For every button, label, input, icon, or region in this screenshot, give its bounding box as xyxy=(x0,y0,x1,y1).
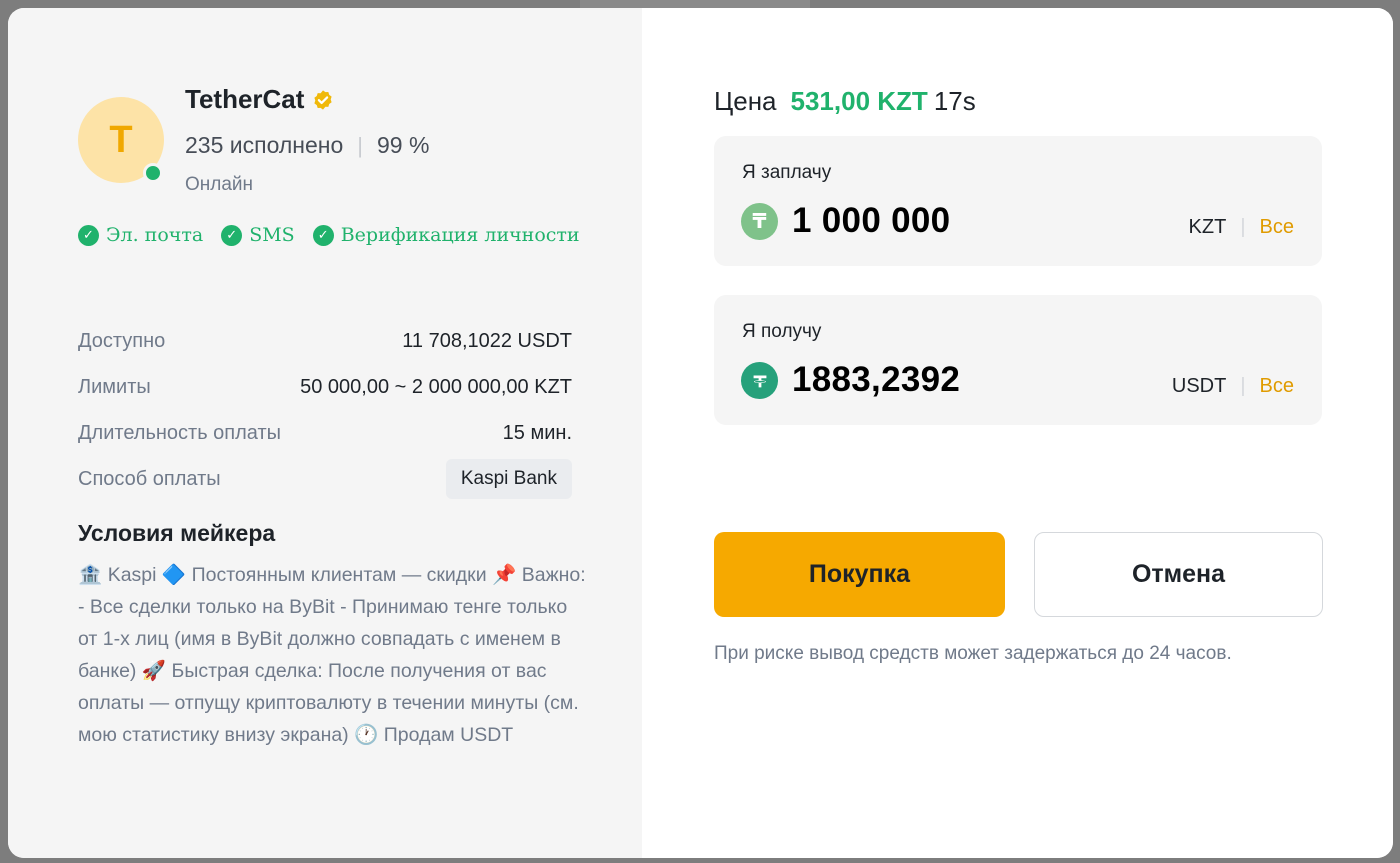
receive-all-button[interactable]: Все xyxy=(1260,375,1294,398)
price-value: 531,00 KZT xyxy=(790,86,928,116)
ad-info-table: Доступно 11 708,1022 USDT Лимиты 50 000,… xyxy=(78,318,572,502)
currency-divider: | xyxy=(1240,216,1246,238)
pay-all-button[interactable]: Все xyxy=(1260,216,1294,239)
seller-name[interactable]: TetherCat xyxy=(185,84,304,115)
receive-currency: USDT xyxy=(1171,375,1227,397)
tether-icon xyxy=(741,362,778,399)
available-label: Доступно xyxy=(78,329,166,352)
verification-email: ✓ Эл. почта xyxy=(78,224,203,246)
currency-divider: | xyxy=(1240,375,1246,397)
completed-orders: 235 исполнено xyxy=(185,132,344,158)
info-row-duration: Длительность оплаты 15 мин. xyxy=(78,410,572,456)
price-label: Цена xyxy=(714,86,777,116)
verification-sms: ✓ SMS xyxy=(221,224,295,246)
payment-method-badge: Kaspi Bank xyxy=(445,459,572,499)
pay-amount-input[interactable]: 1 000 000 xyxy=(792,201,950,241)
verification-label: Верификация личности xyxy=(340,224,580,246)
verification-label: Эл. почта xyxy=(106,224,204,246)
pay-amount-box[interactable]: Я заплачу ₸ 1 000 000 KZT | Все xyxy=(714,136,1322,266)
check-circle-icon: ✓ xyxy=(221,224,243,246)
available-value: 11 708,1022 USDT xyxy=(402,329,572,352)
tenge-icon: ₸ xyxy=(741,203,778,240)
limits-value: 50 000,00 ~ 2 000 000,00 KZT xyxy=(300,375,572,398)
maker-terms-text: 🏦 Kaspi 🔷 Постоянным клиентам — скидки 📌… xyxy=(78,564,586,746)
completion-rate: 99 % xyxy=(376,132,430,158)
seller-name-row: TetherCat xyxy=(185,84,334,115)
receive-amount-input[interactable]: 1883,2392 xyxy=(792,360,960,400)
buy-modal: T TetherCat 235 исполнено | 99 % Онлайн … xyxy=(8,8,1393,858)
pay-label: Я заплачу xyxy=(742,162,832,183)
receive-amount-box[interactable]: Я получу 1883,2392 USDT | Все xyxy=(714,295,1322,425)
seller-stats: 235 исполнено | 99 % xyxy=(185,132,429,159)
info-row-payment: Способ оплаты Kaspi Bank xyxy=(78,456,572,502)
verification-identity: ✓ Верификация личности xyxy=(312,224,580,246)
maker-terms-title: Условия мейкера xyxy=(78,520,276,546)
info-row-available: Доступно 11 708,1022 USDT xyxy=(78,318,572,364)
info-row-limits: Лимиты 50 000,00 ~ 2 000 000,00 KZT xyxy=(78,364,572,410)
risk-note: При риске вывод средств может задержатьс… xyxy=(714,643,1232,664)
avatar: T xyxy=(78,97,164,183)
online-indicator xyxy=(143,163,163,183)
payment-method-label: Способ оплаты xyxy=(78,467,221,490)
duration-label: Длительность оплаты xyxy=(78,421,282,444)
receive-currency-group: USDT | Все xyxy=(1172,375,1294,398)
seller-panel: T TetherCat 235 исполнено | 99 % Онлайн … xyxy=(8,8,642,858)
check-circle-icon: ✓ xyxy=(78,224,99,246)
buy-button[interactable]: Покупка xyxy=(714,532,1005,617)
online-status: Онлайн xyxy=(185,174,254,195)
pay-currency-group: KZT | Все xyxy=(1189,216,1294,239)
duration-value: 15 мин. xyxy=(502,421,572,444)
verified-badge-icon xyxy=(314,89,333,110)
verification-label: SMS xyxy=(249,224,295,246)
pay-currency: KZT xyxy=(1188,216,1227,238)
avatar-letter: T xyxy=(109,118,133,161)
order-panel: Цена 531,00 KZT 17s Я заплачу ₸ 1 000 00… xyxy=(642,8,1393,858)
verification-list: ✓ Эл. почта ✓ SMS ✓ Верификация личности xyxy=(78,224,580,246)
stats-divider: | xyxy=(357,132,363,158)
limits-label: Лимиты xyxy=(78,375,151,398)
cancel-button[interactable]: Отмена xyxy=(1034,532,1323,617)
tether-glyph-icon xyxy=(753,375,766,387)
check-circle-icon: ✓ xyxy=(312,224,334,246)
price-line: Цена 531,00 KZT 17s xyxy=(714,86,976,117)
price-timer: 17s xyxy=(933,86,976,116)
receive-label: Я получу xyxy=(742,321,822,342)
